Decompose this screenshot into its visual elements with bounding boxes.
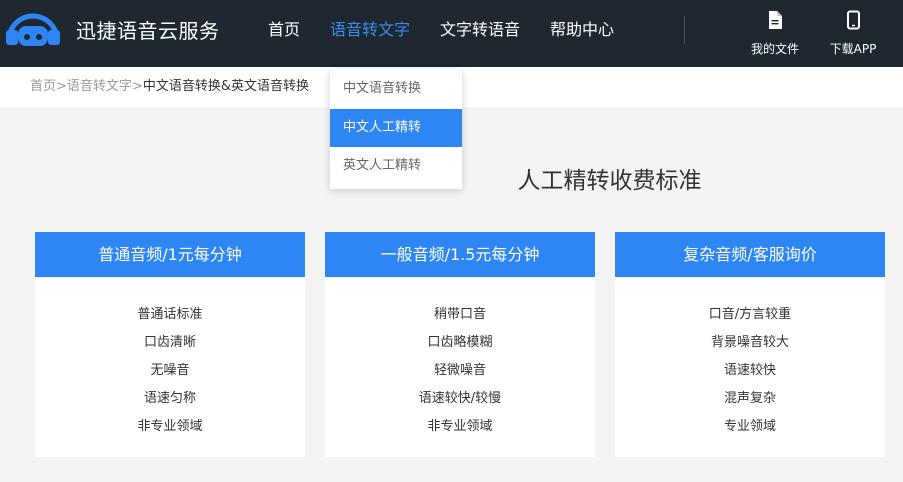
pricing-card-complex: 复杂音频/客服询价 口音/方言较重 背景噪音较大 语速较快 混声复杂 专业领域 xyxy=(615,232,885,457)
nav-speech-to-text[interactable]: 语音转文字 xyxy=(330,19,410,41)
pricing-card-standard: 普通音频/1元每分钟 普通话标准 口齿清晰 无噪音 语速匀称 非专业领域 xyxy=(35,232,305,457)
my-files-button[interactable]: 我的文件 xyxy=(740,9,810,57)
feature-item: 非专业领域 xyxy=(427,419,493,434)
top-nav-bar: 迅捷语音云服务 首页 语音转文字 文字转语音 帮助中心 我的文件 下载APP xyxy=(0,0,903,67)
feature-list: 口音/方言较重 背景噪音较大 语速较快 混声复杂 专业领域 xyxy=(615,277,885,447)
nav-help-center[interactable]: 帮助中心 xyxy=(550,19,614,41)
feature-item: 混声复杂 xyxy=(723,391,776,406)
my-files-label: 我的文件 xyxy=(750,42,799,56)
breadcrumb: 首页>语音转文字>中文语音转换&英文语音转换 xyxy=(30,79,309,95)
brand-name[interactable]: 迅捷语音云服务 xyxy=(76,18,220,44)
feature-item: 普通话标准 xyxy=(137,307,203,322)
feature-item: 背景噪音较大 xyxy=(710,335,789,350)
feature-item: 专业领域 xyxy=(723,419,776,434)
pricing-card-general: 一般音频/1.5元每分钟 稍带口音 口齿略模糊 轻微噪音 语速较快/较慢 非专业… xyxy=(325,232,595,457)
download-app-label: 下载APP xyxy=(829,42,877,56)
feature-item: 语速匀称 xyxy=(143,391,196,406)
pricing-card-title: 普通音频/1元每分钟 xyxy=(35,232,305,277)
phone-icon xyxy=(846,10,860,30)
feature-item: 语速较快/较慢 xyxy=(418,391,502,406)
feature-list: 稍带口音 口齿略模糊 轻微噪音 语速较快/较慢 非专业领域 xyxy=(325,277,595,447)
pricing-card-title: 复杂音频/客服询价 xyxy=(615,232,885,277)
pricing-card-title: 一般音频/1.5元每分钟 xyxy=(325,232,595,277)
feature-item: 口齿略模糊 xyxy=(427,335,493,350)
breadcrumb-separator: > xyxy=(131,79,143,94)
feature-item: 语速较快 xyxy=(723,363,776,378)
feature-item: 非专业领域 xyxy=(137,419,203,434)
download-app-button[interactable]: 下载APP xyxy=(818,9,888,57)
nav-text-to-speech[interactable]: 文字转语音 xyxy=(440,19,520,41)
dropdown-item-english-manual[interactable]: 英文人工精转 xyxy=(330,147,462,185)
feature-list: 普通话标准 口齿清晰 无噪音 语速匀称 非专业领域 xyxy=(35,277,305,447)
headphones-logo-icon[interactable] xyxy=(4,10,62,46)
breadcrumb-current: 中文语音转换&英文语音转换 xyxy=(142,79,309,94)
feature-item: 稍带口音 xyxy=(433,307,486,322)
dropdown-item-chinese-manual[interactable]: 中文人工精转 xyxy=(330,109,462,147)
nav-divider xyxy=(684,16,685,44)
feature-item: 口音/方言较重 xyxy=(708,307,792,322)
dropdown-item-chinese-transcription[interactable]: 中文语音转换 xyxy=(330,70,462,108)
feature-item: 口齿清晰 xyxy=(143,335,196,350)
speech-to-text-dropdown: 中文语音转换 中文人工精转 英文人工精转 xyxy=(330,69,462,189)
breadcrumb-home[interactable]: 首页 xyxy=(30,79,56,94)
feature-item: 轻微噪音 xyxy=(433,363,486,378)
nav-home[interactable]: 首页 xyxy=(268,19,300,41)
breadcrumb-separator: > xyxy=(56,79,67,94)
feature-item: 无噪音 xyxy=(150,363,190,378)
document-icon xyxy=(769,11,782,29)
breadcrumb-section[interactable]: 语音转文字 xyxy=(67,79,132,94)
